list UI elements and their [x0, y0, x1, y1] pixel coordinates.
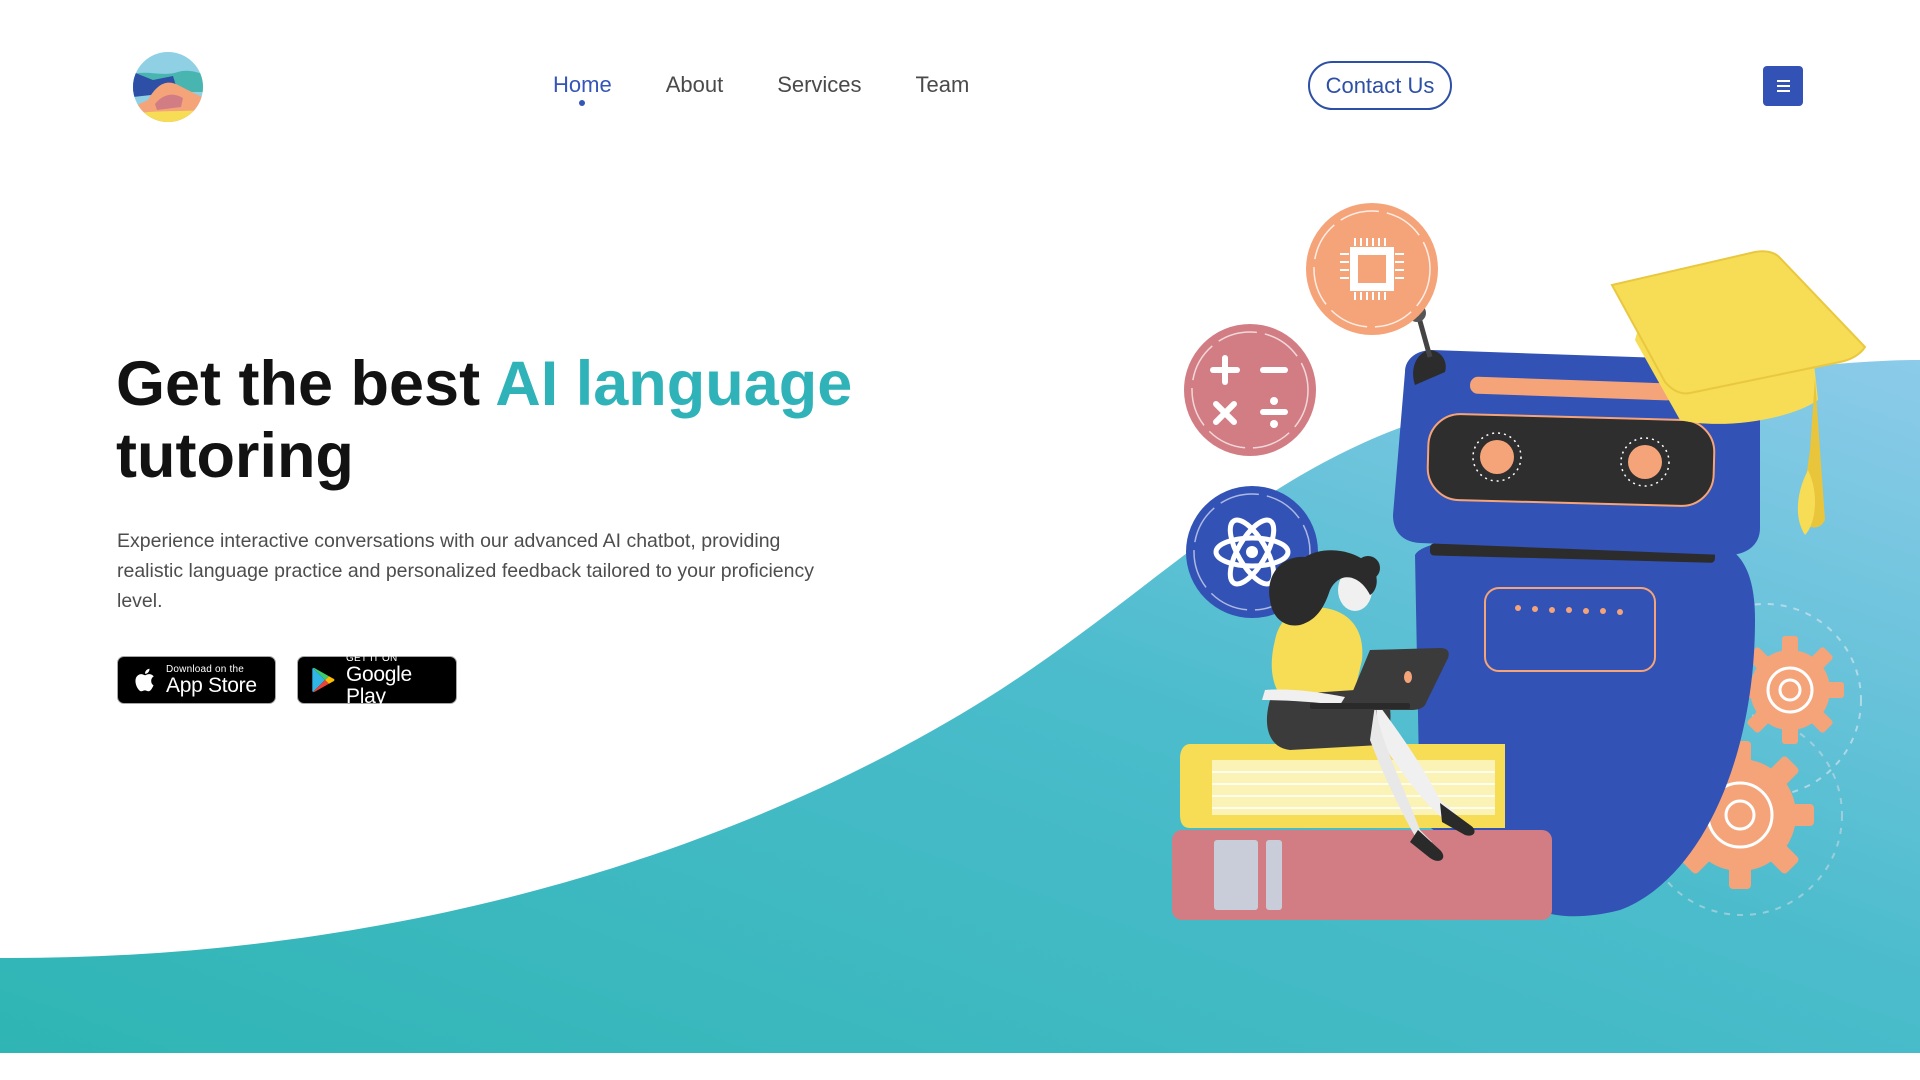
badge-big-text: App Store — [166, 673, 257, 697]
google-play-badge[interactable]: GET IT ON Google Play — [297, 652, 457, 707]
contact-us-button[interactable]: Contact Us — [1308, 61, 1452, 110]
badge-big-text: Google Play — [346, 662, 412, 708]
nav-item-team[interactable]: Team — [916, 70, 970, 100]
main-nav: Home About Services Team — [553, 70, 1023, 106]
nav-item-label: Services — [777, 72, 862, 97]
hamburger-menu-icon[interactable] — [1763, 66, 1803, 106]
hero-title: Get the best AI language tutoring — [116, 348, 876, 492]
nav-item-home[interactable]: Home — [553, 70, 612, 106]
badge-small-text: GET IT ON — [346, 652, 398, 664]
nav-item-label: Home — [553, 72, 612, 97]
active-indicator-dot — [579, 100, 586, 106]
nav-item-label: About — [665, 72, 724, 97]
hero-title-part2: tutoring — [116, 421, 354, 491]
nav-item-label: Team — [915, 72, 970, 97]
app-store-badge[interactable]: Download on the App Store — [117, 656, 276, 704]
apple-icon — [132, 666, 156, 694]
math-operators-icon — [1184, 324, 1316, 456]
google-play-icon — [312, 666, 336, 694]
hero-title-accent: AI language — [495, 349, 853, 419]
site-header: Home About Services Team Contact Us — [0, 0, 1920, 170]
hero-description: Experience interactive conversations wit… — [117, 530, 814, 612]
nav-item-services[interactable]: Services — [777, 70, 861, 100]
hero-title-part1: Get the best — [116, 349, 496, 419]
nav-item-about[interactable]: About — [666, 70, 724, 100]
microchip-icon — [1306, 203, 1438, 335]
badge-small-text: Download on the — [166, 663, 245, 675]
mountain-landscape-logo[interactable] — [133, 52, 203, 122]
